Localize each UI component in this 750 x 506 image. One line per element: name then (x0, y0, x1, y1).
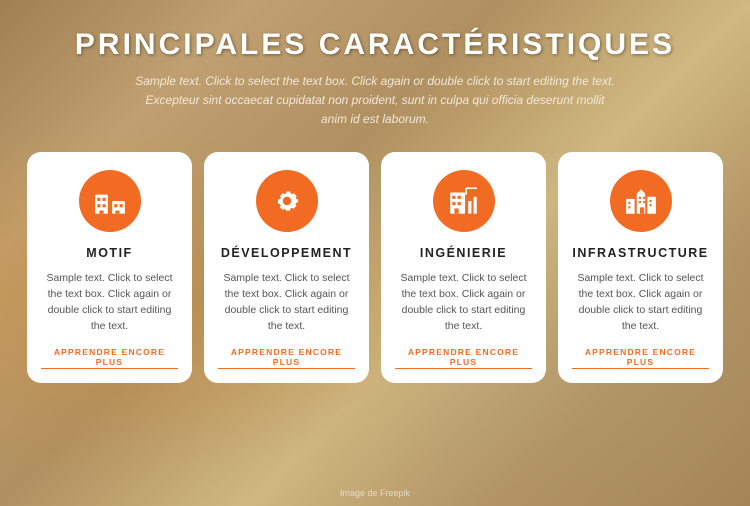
developpement-icon-circle (256, 170, 318, 232)
infrastructure-title: INFRASTRUCTURE (572, 246, 708, 260)
infrastructure-text: Sample text. Click to select the text bo… (572, 270, 709, 335)
city-icon (624, 184, 658, 218)
infrastructure-icon-circle (610, 170, 672, 232)
card-ingenierie: INGÉNIERIE Sample text. Click to select … (381, 152, 546, 383)
gear-icon (270, 184, 304, 218)
developpement-text: Sample text. Click to select the text bo… (218, 270, 355, 335)
page-title: PRINCIPALES CARACTÉRISTIQUES (75, 28, 675, 62)
motif-icon (93, 184, 127, 218)
image-credit: Image de Freepik (340, 488, 410, 498)
card-developpement: DÉVELOPPEMENT Sample text. Click to sele… (204, 152, 369, 383)
ingenierie-title: INGÉNIERIE (420, 246, 507, 260)
developpement-title: DÉVELOPPEMENT (221, 246, 352, 260)
building-chart-icon (447, 184, 481, 218)
developpement-link[interactable]: APPRENDRE ENCORE PLUS (218, 347, 355, 369)
cards-row: MOTIF Sample text. Click to select the t… (20, 152, 730, 383)
card-motif: MOTIF Sample text. Click to select the t… (27, 152, 192, 383)
content-wrapper: PRINCIPALES CARACTÉRISTIQUES Sample text… (0, 0, 750, 506)
ingenierie-icon-circle (433, 170, 495, 232)
motif-text: Sample text. Click to select the text bo… (41, 270, 178, 335)
motif-title: MOTIF (86, 246, 132, 260)
motif-icon-circle (79, 170, 141, 232)
infrastructure-link[interactable]: APPRENDRE ENCORE PLUS (572, 347, 709, 369)
card-infrastructure: INFRASTRUCTURE Sample text. Click to sel… (558, 152, 723, 383)
page-subtitle: Sample text. Click to select the text bo… (135, 72, 615, 130)
motif-link[interactable]: APPRENDRE ENCORE PLUS (41, 347, 178, 369)
ingenierie-text: Sample text. Click to select the text bo… (395, 270, 532, 335)
ingenierie-link[interactable]: APPRENDRE ENCORE PLUS (395, 347, 532, 369)
